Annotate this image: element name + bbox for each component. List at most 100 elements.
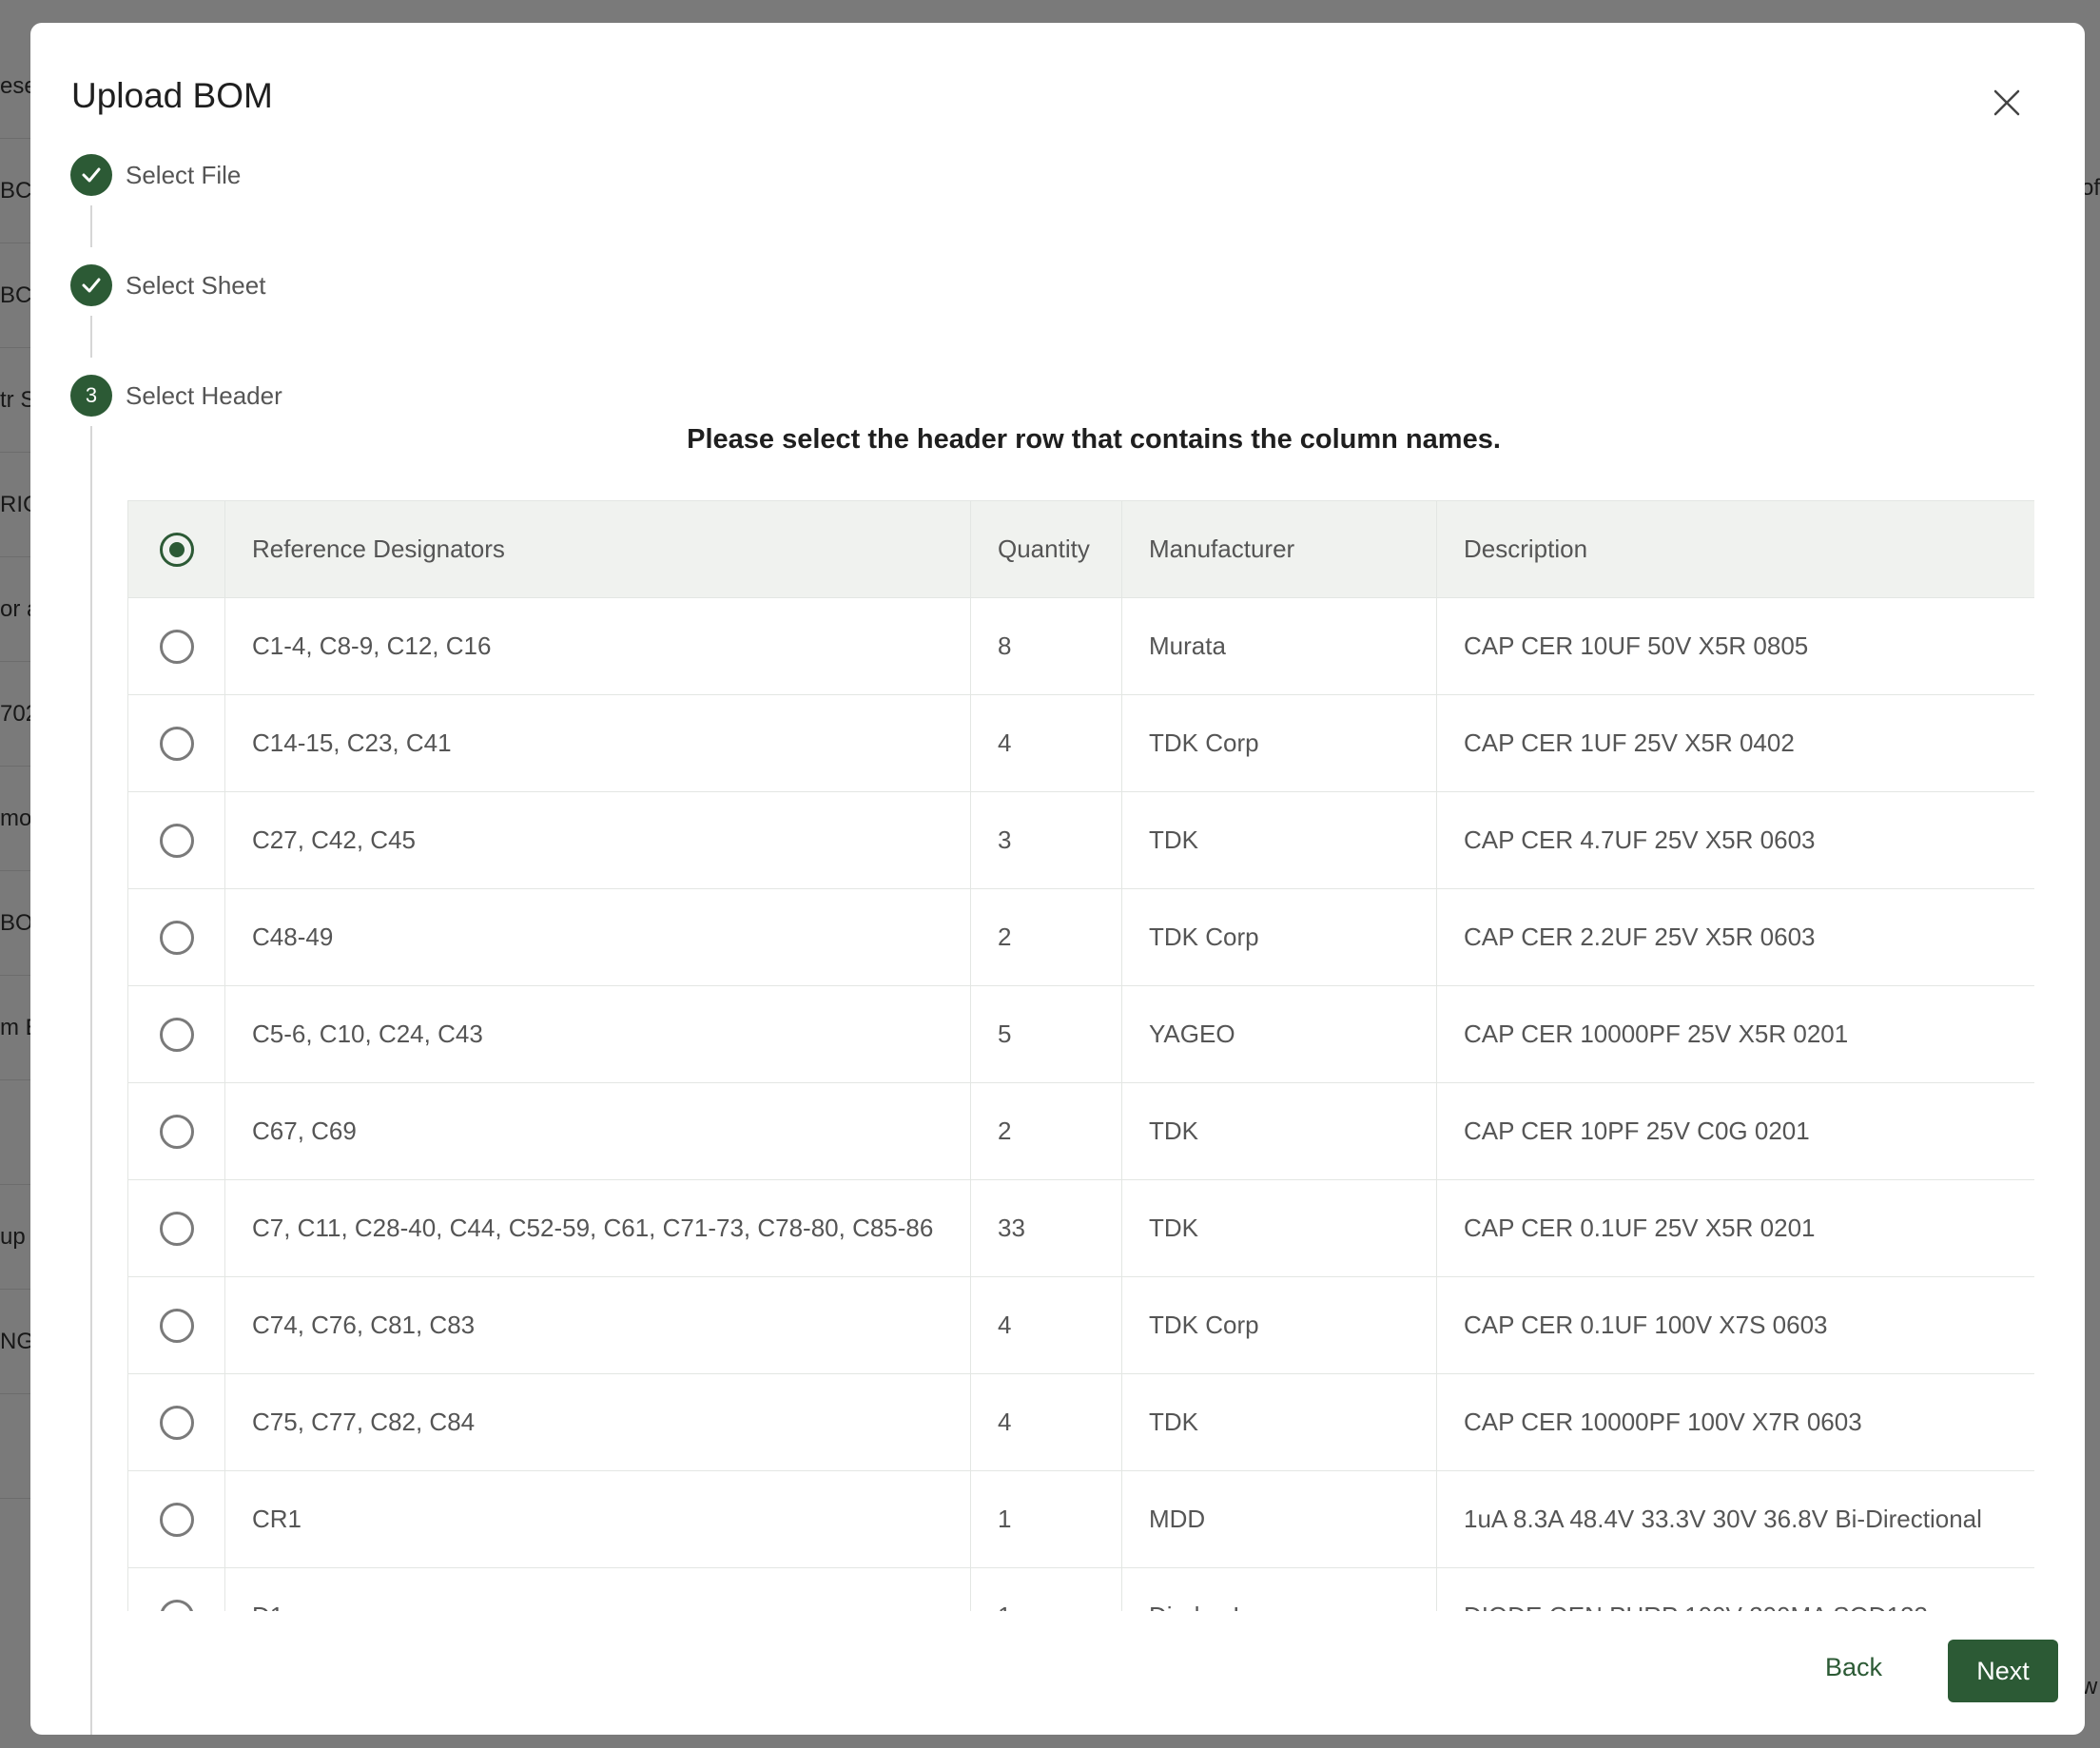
table-cell: Diodes Inc <box>1121 1567 1437 1611</box>
table-cell: 2 <box>970 888 1122 986</box>
table-cell: CAP CER 4.7UF 25V X5R 0603 <box>1436 791 2034 889</box>
row-radio[interactable] <box>159 1502 194 1537</box>
column-header: Quantity <box>970 500 1122 598</box>
row-radio-selected[interactable] <box>159 532 194 567</box>
table-cell: 1 <box>970 1567 1122 1611</box>
table-cell: TDK <box>1121 1373 1437 1471</box>
row-radio[interactable] <box>159 823 194 858</box>
row-select-cell <box>127 791 225 889</box>
table-cell: TDK Corp <box>1121 694 1437 792</box>
table-cell: MDD <box>1121 1470 1437 1568</box>
table-cell: 2 <box>970 1082 1122 1180</box>
table-cell: C67, C69 <box>224 1082 971 1180</box>
row-radio[interactable] <box>159 1114 194 1149</box>
table-cell: Murata <box>1121 597 1437 695</box>
table-cell: TDK <box>1121 791 1437 889</box>
row-select-cell <box>127 1373 225 1471</box>
table-row[interactable]: C75, C77, C82, C84 4 TDK CAP CER 10000PF 10… <box>127 1373 2034 1471</box>
instruction-text: Please select the header row that contai… <box>687 424 1501 455</box>
column-header: Description <box>1436 500 2034 598</box>
table-cell: C75, C77, C82, C84 <box>224 1373 971 1471</box>
table-cell: TDK <box>1121 1082 1437 1180</box>
table-cell: YAGEO <box>1121 985 1437 1083</box>
table-row[interactable]: CR1 1 MDD 1uA 8.3A 48.4V 33.3V 30V 36.8V Bi… <box>127 1470 2034 1568</box>
table-row[interactable]: C74, C76, C81, C83 4 TDK Corp CAP CER 0.1UF… <box>127 1276 2034 1374</box>
table-cell: C5-6, C10, C24, C43 <box>224 985 971 1083</box>
table-row[interactable]: C48-49 2 TDK Corp CAP CER 2.2UF 25V X5R 060… <box>127 888 2034 986</box>
table-cell: 3 <box>970 791 1122 889</box>
stepper-connector <box>90 316 92 358</box>
table-cell: C74, C76, C81, C83 <box>224 1276 971 1374</box>
table-cell: 4 <box>970 694 1122 792</box>
row-select-cell <box>127 694 225 792</box>
upload-bom-modal: Upload BOM Select File Select Sheet 3 Se… <box>30 23 2085 1735</box>
table-cell: CR1 <box>224 1470 971 1568</box>
row-select-cell <box>127 1567 225 1611</box>
table-row[interactable]: C27, C42, C45 3 TDK CAP CER 4.7UF 25V X5R 0… <box>127 791 2034 889</box>
table-cell: 4 <box>970 1373 1122 1471</box>
row-radio[interactable] <box>159 1308 194 1343</box>
check-icon <box>82 167 101 183</box>
table-cell: 8 <box>970 597 1122 695</box>
step-label: Select Sheet <box>126 271 266 300</box>
row-radio[interactable] <box>159 1405 194 1440</box>
back-button[interactable]: Back <box>1801 1636 1906 1699</box>
row-select-cell <box>127 597 225 695</box>
table-cell: C7, C11, C28-40, C44, C52-59, C61, C71-7… <box>224 1179 971 1277</box>
table-cell: D1 <box>224 1567 971 1611</box>
table-cell: C48-49 <box>224 888 971 986</box>
table-cell: CAP CER 0.1UF 100V X7S 0603 <box>1436 1276 2034 1374</box>
table-cell: CAP CER 10UF 50V X5R 0805 <box>1436 597 2034 695</box>
table-cell: 1 <box>970 1470 1122 1568</box>
stepper-connector <box>90 426 92 1735</box>
row-select-cell <box>127 1179 225 1277</box>
table-row[interactable]: C67, C69 2 TDK CAP CER 10PF 25V C0G 0201 <box>127 1082 2034 1180</box>
table-cell: C27, C42, C45 <box>224 791 971 889</box>
table-row[interactable]: C7, C11, C28-40, C44, C52-59, C61, C71-7… <box>127 1179 2034 1277</box>
table-row[interactable]: C5-6, C10, C24, C43 5 YAGEO CAP CER 10000PF… <box>127 985 2034 1083</box>
step-select-header: 3 Select Header <box>70 375 282 417</box>
stepper-connector <box>90 205 92 247</box>
table-cell: CAP CER 0.1UF 25V X5R 0201 <box>1436 1179 2034 1277</box>
step-label: Select File <box>126 161 242 189</box>
step-select-sheet: Select Sheet <box>70 264 265 306</box>
row-select-cell <box>127 985 225 1083</box>
table-cell: TDK <box>1121 1179 1437 1277</box>
modal-title: Upload BOM <box>71 76 273 115</box>
row-select-cell <box>127 888 225 986</box>
check-icon <box>82 278 101 293</box>
table-cell: CAP CER 10PF 25V C0G 0201 <box>1436 1082 2034 1180</box>
table-cell: CAP CER 10000PF 100V X7R 0603 <box>1436 1373 2034 1471</box>
column-header: Reference Designators <box>224 500 971 598</box>
step-select-file: Select File <box>70 154 241 196</box>
row-radio[interactable] <box>159 1017 194 1052</box>
row-select-cell <box>127 1276 225 1374</box>
row-radio[interactable] <box>159 920 194 955</box>
row-radio[interactable] <box>159 629 194 664</box>
close-icon <box>1993 89 2020 116</box>
header-selection-table[interactable]: Reference Designators Quantity Manufactu… <box>127 500 2034 1611</box>
table-row[interactable]: C1-4, C8-9, C12, C16 8 Murata CAP CER 10UF … <box>127 597 2034 695</box>
step-complete-badge <box>70 264 112 306</box>
row-select-cell <box>127 1470 225 1568</box>
step-complete-badge <box>70 154 112 196</box>
step-number-badge: 3 <box>70 375 112 417</box>
table-cell: DIODE GEN PURP 100V 200MA SOD123 <box>1436 1567 2034 1611</box>
row-select-cell <box>127 1082 225 1180</box>
close-button[interactable] <box>1990 86 2024 120</box>
table-header-row[interactable]: Reference Designators Quantity Manufactu… <box>127 500 2034 598</box>
next-button[interactable]: Next <box>1948 1640 2058 1702</box>
column-header: Manufacturer <box>1121 500 1437 598</box>
table-cell: C14-15, C23, C41 <box>224 694 971 792</box>
table-cell: CAP CER 10000PF 25V X5R 0201 <box>1436 985 2034 1083</box>
table-cell: C1-4, C8-9, C12, C16 <box>224 597 971 695</box>
table-cell: 4 <box>970 1276 1122 1374</box>
table-cell: 1uA 8.3A 48.4V 33.3V 30V 36.8V Bi-Direct… <box>1436 1470 2034 1568</box>
row-radio[interactable] <box>159 726 194 761</box>
table-row[interactable]: D11Diodes IncDIODE GEN PURP 100V 200MA S… <box>127 1567 2034 1611</box>
row-radio[interactable] <box>159 1599 194 1611</box>
row-radio[interactable] <box>159 1211 194 1246</box>
table-row[interactable]: C14-15, C23, C41 4 TDK Corp CAP CER 1UF 25V… <box>127 694 2034 792</box>
table-cell: 33 <box>970 1179 1122 1277</box>
table-cell: CAP CER 2.2UF 25V X5R 0603 <box>1436 888 2034 986</box>
